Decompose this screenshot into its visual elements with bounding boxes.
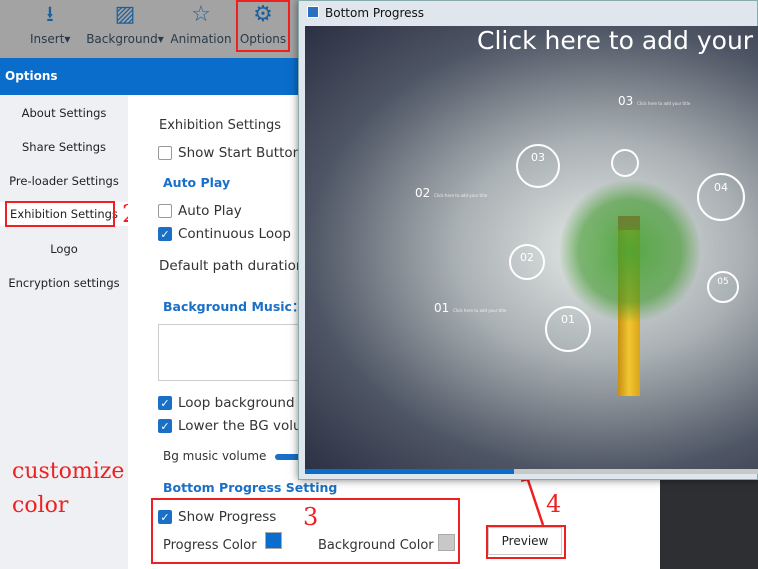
annotation-box-1: [236, 0, 290, 52]
insert-icon: ⭳: [46, 2, 54, 27]
window-title: Bottom Progress: [325, 6, 425, 20]
circle-01[interactable]: 01: [545, 306, 591, 352]
background-button[interactable]: ▨ Background▾: [86, 2, 164, 46]
slide-label-02: 02 Click here to add your title: [415, 186, 488, 200]
app-icon: [307, 6, 319, 18]
progress-bar-fill: [305, 469, 514, 474]
canvas-background: [660, 480, 758, 569]
bg-volume-label: Bg music volume: [163, 449, 267, 463]
slide-title[interactable]: Click here to add your ti: [477, 26, 758, 55]
bg-music-list[interactable]: [158, 324, 308, 381]
continuous-loop-label: Continuous Loop: [178, 226, 291, 242]
bg-music-heading: Background Music：: [163, 299, 305, 314]
insert-button[interactable]: ⭳ Insert▾: [30, 2, 70, 46]
options-header: Options: [0, 58, 300, 95]
circle-empty: [611, 149, 639, 177]
annotation-3: 3: [303, 503, 319, 531]
progress-heading: Bottom Progress Setting: [163, 480, 338, 495]
loop-bg-label: Loop background m: [178, 395, 312, 411]
auto-play-checkbox[interactable]: [158, 204, 172, 218]
sidebar-item-encryption[interactable]: Encryption settings: [0, 271, 128, 295]
annotation-note: customize color: [12, 459, 125, 518]
annotation-box-2: [5, 201, 115, 227]
default-path-duration-label: Default path duration: [159, 258, 305, 274]
lower-bg-checkbox[interactable]: ✓: [158, 419, 172, 433]
sidebar-item-about[interactable]: About Settings: [0, 101, 128, 125]
preview-window: Bottom Progress Click here to add your t…: [298, 0, 758, 480]
exhibition-title: Exhibition Settings: [159, 118, 281, 133]
animation-button[interactable]: ☆ Animation: [170, 2, 232, 46]
show-start-button-label: Show Start Button: [178, 145, 302, 161]
continuous-loop-checkbox[interactable]: ✓: [158, 227, 172, 241]
sidebar-item-logo[interactable]: Logo: [0, 237, 128, 261]
circle-04[interactable]: 04: [697, 173, 745, 221]
loop-bg-checkbox[interactable]: ✓: [158, 396, 172, 410]
circle-03[interactable]: 03: [516, 144, 560, 188]
slide-label-03: 03 Click here to add your title: [618, 94, 691, 108]
circle-05[interactable]: 05: [707, 271, 739, 303]
auto-play-heading: Auto Play: [163, 175, 231, 190]
auto-play-label: Auto Play: [178, 203, 242, 219]
progress-bar: [305, 469, 758, 474]
show-start-button-checkbox[interactable]: [158, 146, 172, 160]
slide-label-01: 01 Click here to add your title: [434, 301, 507, 315]
lower-bg-label: Lower the BG volu: [178, 418, 302, 434]
animation-icon: ☆: [191, 2, 211, 27]
background-icon: ▨: [114, 2, 136, 27]
slide[interactable]: Click here to add your ti 03 Click here …: [305, 26, 758, 474]
annotation-box-4: [486, 525, 566, 559]
sidebar-item-preloader[interactable]: Pre-loader Settings: [0, 169, 128, 193]
circle-02[interactable]: 02: [509, 244, 545, 280]
sidebar-item-share[interactable]: Share Settings: [0, 135, 128, 159]
leaves-image: [560, 176, 700, 326]
